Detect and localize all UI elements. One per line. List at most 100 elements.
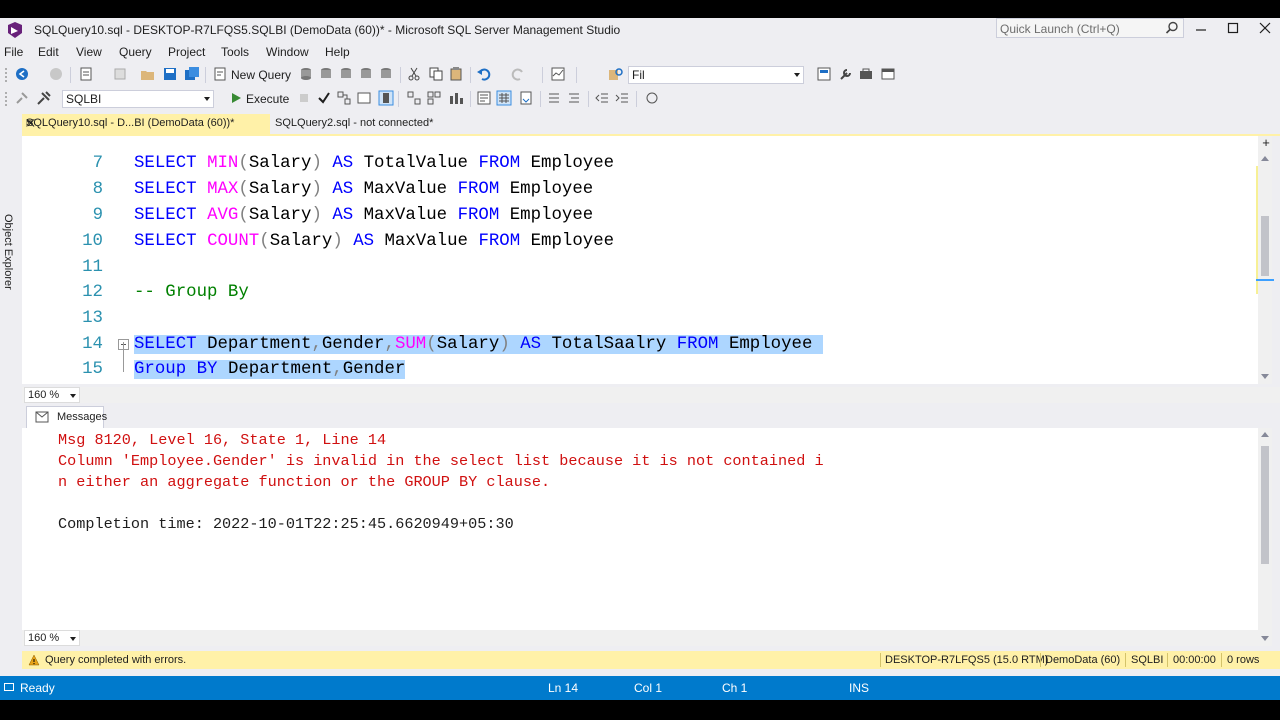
tab-sqlquery2[interactable]: SQLQuery2.sql - not connected* bbox=[275, 117, 433, 129]
toolbar-separator bbox=[636, 91, 637, 107]
object-explorer-autohide-tab[interactable]: Object Explorer bbox=[0, 110, 20, 700]
toolbar-grip[interactable] bbox=[4, 91, 8, 107]
cut-icon[interactable] bbox=[406, 66, 422, 82]
save-icon[interactable] bbox=[162, 66, 178, 82]
decrease-indent-icon[interactable] bbox=[594, 90, 610, 106]
intellisense-enabled-icon[interactable] bbox=[378, 90, 394, 106]
tab-sqlquery10-label: SQLQuery10.sql - D...BI (DemoData (60))* bbox=[26, 117, 235, 129]
menu-help[interactable]: Help bbox=[325, 45, 350, 59]
toolbox-icon[interactable] bbox=[858, 66, 874, 82]
undo-icon[interactable] bbox=[476, 66, 492, 82]
code-line: 13 bbox=[22, 307, 1258, 333]
menu-project[interactable]: Project bbox=[168, 45, 205, 59]
database-engine-query-icon[interactable] bbox=[298, 66, 314, 82]
warning-icon bbox=[28, 654, 40, 666]
open-file-icon[interactable] bbox=[140, 66, 156, 82]
messages-icon bbox=[35, 411, 49, 423]
line-number: 11 bbox=[82, 258, 103, 277]
dmx-query-icon[interactable] bbox=[338, 66, 354, 82]
solution-explorer-icon[interactable] bbox=[816, 66, 832, 82]
include-actual-plan-icon[interactable] bbox=[406, 90, 422, 106]
editor-zoom-combo[interactable]: 160 % bbox=[24, 387, 80, 403]
save-all-icon[interactable] bbox=[184, 66, 200, 82]
client-statistics-icon[interactable] bbox=[448, 90, 464, 106]
scrollbar-thumb[interactable] bbox=[1261, 446, 1269, 564]
redo-icon[interactable] bbox=[510, 66, 526, 82]
document-tab-strip: SQLQuery10.sql - D...BI (DemoData (60))*… bbox=[22, 114, 1280, 134]
results-to-grid-icon[interactable] bbox=[496, 90, 512, 106]
scrollbar-thumb[interactable] bbox=[1261, 216, 1269, 276]
uncomment-icon[interactable] bbox=[566, 90, 582, 106]
xmla-query-icon[interactable] bbox=[358, 66, 374, 82]
activity-monitor-icon[interactable] bbox=[550, 66, 566, 82]
quick-launch-input[interactable]: Quick Launch (Ctrl+Q) bbox=[996, 18, 1184, 38]
status-ready: Ready bbox=[20, 681, 55, 695]
messages-zoom-combo[interactable]: 160 % bbox=[24, 630, 80, 646]
tab-sqlquery10[interactable]: SQLQuery10.sql - D...BI (DemoData (60))*… bbox=[22, 114, 270, 134]
execute-label: Execute bbox=[246, 92, 290, 106]
query-editor[interactable]: 7 SELECT MIN(Salary) AS TotalValue FROM … bbox=[22, 136, 1258, 384]
live-query-stats-icon[interactable] bbox=[426, 90, 442, 106]
new-project-icon[interactable] bbox=[78, 66, 94, 82]
close-button[interactable] bbox=[1250, 18, 1280, 38]
caret-position-marker bbox=[1256, 279, 1274, 281]
forward-icon[interactable] bbox=[48, 66, 64, 82]
menu-edit[interactable]: Edit bbox=[38, 45, 59, 59]
query-options-icon[interactable] bbox=[356, 90, 372, 106]
output-window-icon[interactable] bbox=[4, 682, 14, 692]
scroll-up-icon[interactable] bbox=[1261, 156, 1269, 161]
minimize-button[interactable] bbox=[1186, 18, 1216, 38]
tab-messages[interactable]: Messages bbox=[26, 406, 107, 428]
close-icon bbox=[1259, 22, 1271, 34]
menu-query[interactable]: Query bbox=[119, 45, 152, 59]
messages-pane[interactable]: Msg 8120, Level 16, State 1, Line 14 Col… bbox=[22, 428, 1258, 646]
messages-vertical-scrollbar[interactable] bbox=[1258, 428, 1272, 646]
toolbar-grip[interactable] bbox=[4, 67, 8, 83]
change-connection-icon[interactable] bbox=[36, 90, 52, 106]
code-line: 9 SELECT AVG(Salary) AS MaxValue FROM Em… bbox=[22, 204, 1258, 230]
add-item-icon[interactable] bbox=[112, 66, 128, 82]
copy-icon[interactable] bbox=[428, 66, 444, 82]
properties-wrench-icon[interactable] bbox=[838, 66, 854, 82]
comment-out-icon[interactable] bbox=[546, 90, 562, 106]
status-char: Ch 1 bbox=[722, 681, 748, 695]
fold-guide bbox=[123, 342, 124, 372]
new-query-icon bbox=[214, 67, 226, 81]
dax-query-icon[interactable] bbox=[378, 66, 394, 82]
window-layout-icon[interactable] bbox=[880, 66, 896, 82]
specify-template-values-icon[interactable] bbox=[644, 90, 660, 106]
increase-indent-icon[interactable] bbox=[614, 90, 630, 106]
parse-checkmark-icon[interactable] bbox=[316, 90, 332, 106]
menu-window[interactable]: Window bbox=[266, 45, 309, 59]
back-icon[interactable] bbox=[14, 66, 30, 82]
available-databases-combo[interactable]: SQLBI bbox=[62, 90, 214, 108]
line-number: 12 bbox=[82, 283, 103, 302]
code-line: 15 Group BY Department,Gender bbox=[22, 358, 1258, 384]
scroll-down-icon[interactable] bbox=[1261, 636, 1269, 641]
display-estimated-plan-icon[interactable] bbox=[336, 90, 352, 106]
mdx-query-icon[interactable] bbox=[318, 66, 334, 82]
paste-icon[interactable] bbox=[448, 66, 464, 82]
find-combo[interactable]: Fil bbox=[628, 66, 804, 84]
line-number: 13 bbox=[82, 309, 103, 328]
maximize-button[interactable] bbox=[1218, 18, 1248, 38]
editor-vertical-scrollbar[interactable] bbox=[1258, 136, 1272, 384]
menu-view[interactable]: View bbox=[76, 45, 102, 59]
scroll-up-icon[interactable] bbox=[1261, 432, 1269, 437]
scroll-down-icon[interactable] bbox=[1261, 374, 1269, 379]
line-number: 10 bbox=[82, 232, 103, 251]
database-combo-value: SQLBI bbox=[66, 92, 102, 106]
menu-file[interactable]: File bbox=[4, 45, 23, 59]
split-window-plus-icon[interactable]: + bbox=[1260, 136, 1272, 149]
chevron-down-icon bbox=[70, 394, 76, 398]
find-in-files-icon[interactable] bbox=[608, 66, 624, 82]
cancel-query-icon[interactable] bbox=[296, 90, 312, 106]
tab-close-icon[interactable]: ✕ bbox=[26, 117, 35, 130]
menu-tools[interactable]: Tools bbox=[221, 45, 249, 59]
results-to-text-icon[interactable] bbox=[476, 90, 492, 106]
sql-editor-toolbar: SQLBI Execute bbox=[0, 87, 1280, 111]
connect-icon[interactable] bbox=[14, 90, 30, 106]
results-to-file-icon[interactable] bbox=[518, 90, 534, 106]
code-line: 7 SELECT MIN(Salary) AS TotalValue FROM … bbox=[22, 152, 1258, 178]
toolbar-separator bbox=[205, 67, 206, 83]
